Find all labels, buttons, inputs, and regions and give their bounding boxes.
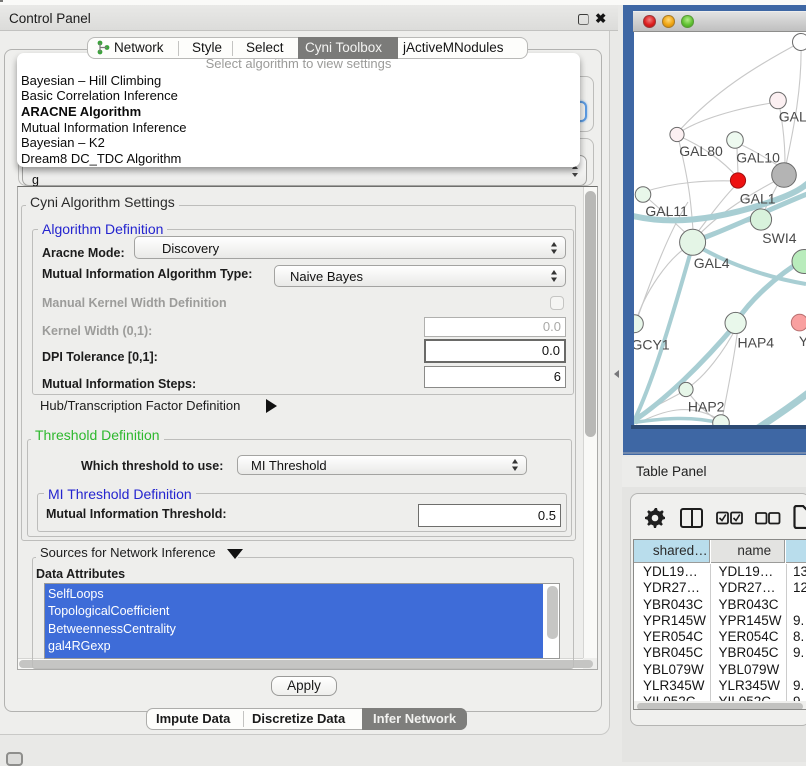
svg-text:GAL4: GAL4 [694,255,730,271]
svg-text:HAP2: HAP2 [688,399,725,415]
svg-text:GAL10: GAL10 [736,150,780,166]
svg-text:HAP4: HAP4 [738,335,775,351]
svg-text:GCY1: GCY1 [634,337,670,353]
svg-text:GAL1: GAL1 [740,191,776,207]
svg-text:GAL2: GAL2 [779,109,806,125]
svg-text:GAL11: GAL11 [645,203,688,219]
svg-text:SWI4: SWI4 [762,230,796,246]
svg-text:GAL80: GAL80 [679,143,723,159]
svg-text:YI: YI [799,333,806,349]
